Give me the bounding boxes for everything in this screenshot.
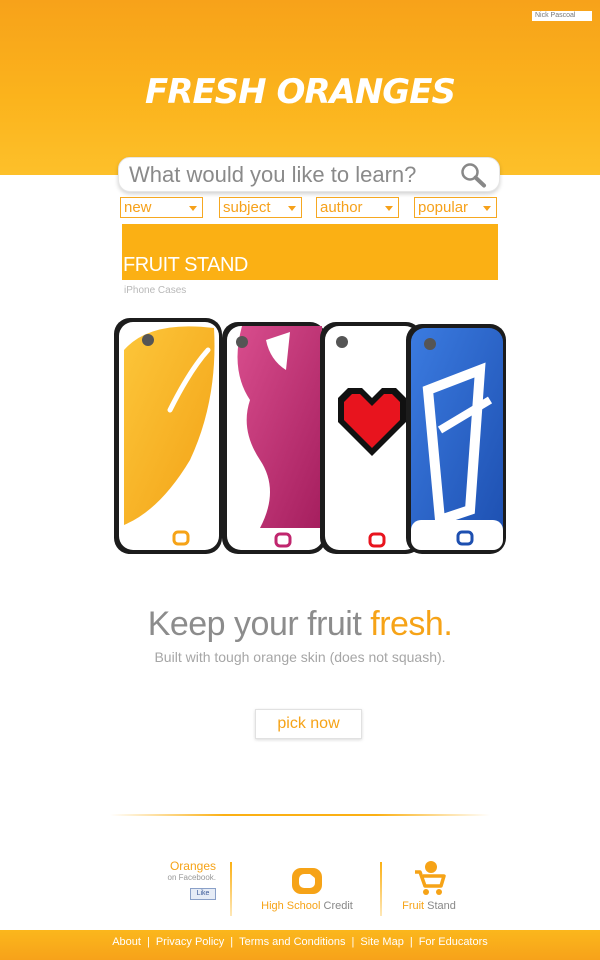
section-banner: FRUIT STAND (122, 224, 498, 280)
promo-headline-accent: fresh. (370, 605, 453, 643)
link-separator: | (146, 936, 150, 948)
filter-bar: new subject author popular (120, 197, 500, 219)
pick-now-button[interactable]: pick now (255, 709, 362, 739)
footer-link-for-educators[interactable]: For Educators (419, 936, 488, 948)
search-bar (118, 157, 500, 192)
facebook-subtitle: on Facebook. (167, 873, 216, 882)
promo-headline: Keep your fruit fresh. (0, 605, 600, 644)
filter-popular[interactable]: popular (414, 197, 497, 218)
phone-case-leaf (114, 318, 222, 554)
user-name-badge[interactable]: Nick Pascoal (532, 11, 592, 21)
high-school-credit-link[interactable]: High School Credit (252, 860, 362, 912)
facebook-like-button[interactable]: Like (190, 888, 216, 900)
search-icon[interactable] (459, 162, 487, 188)
chevron-down-icon (189, 206, 197, 211)
fruit-stand-link[interactable]: Fruit Stand (398, 860, 460, 912)
filter-label: new (124, 199, 152, 216)
filter-subject[interactable]: subject (219, 197, 302, 218)
fruit-stand-label-accent: Fruit (402, 900, 425, 912)
section-subtitle: iPhone Cases (124, 285, 187, 296)
fruit-stand-label-rest: Stand (424, 900, 456, 912)
orange-logo-icon (292, 868, 322, 894)
facebook-widget: Oranges on Facebook. Like (152, 860, 216, 900)
footer-link-about[interactable]: About (112, 936, 141, 948)
promo-subline: Built with tough orange skin (does not s… (154, 649, 446, 665)
link-separator: | (409, 936, 413, 948)
shopping-cart-icon (415, 861, 446, 895)
filter-label: subject (223, 199, 271, 216)
section-title: FRUIT STAND (123, 254, 248, 276)
filter-new[interactable]: new (120, 197, 203, 218)
high-school-label-rest: Credit (320, 900, 353, 912)
promo-headline-plain: Keep your fruit (147, 605, 371, 643)
facebook-title[interactable]: Oranges (152, 860, 216, 873)
chevron-down-icon (483, 206, 491, 211)
high-school-credit-label: High School Credit (252, 900, 362, 912)
fruit-stand-label: Fruit Stand (398, 900, 460, 912)
footer-links-bar: About | Privacy Policy | Terms and Condition… (0, 930, 600, 960)
filter-label: popular (418, 199, 469, 216)
filter-author[interactable]: author (316, 197, 399, 218)
site-logo[interactable]: FRESH ORANGES (0, 70, 600, 114)
link-separator: | (230, 936, 234, 948)
footer-link-terms[interactable]: Terms and Conditions (239, 936, 345, 948)
footer-link-site-map[interactable]: Site Map (360, 936, 403, 948)
link-separator: | (351, 936, 355, 948)
divider (230, 862, 232, 916)
filter-label: author (320, 199, 363, 216)
search-input[interactable] (129, 161, 449, 189)
high-school-label-accent: High School (261, 900, 321, 912)
phone-case-penrose (406, 324, 506, 554)
phone-case-chess (222, 322, 326, 554)
footer-link-privacy-policy[interactable]: Privacy Policy (156, 936, 224, 948)
divider (380, 862, 382, 916)
chevron-down-icon (385, 206, 393, 211)
header: Nick Pascoal FRESH ORANGES (0, 0, 600, 175)
divider (110, 814, 490, 816)
iphone-cases-image[interactable] (110, 310, 510, 570)
chevron-down-icon (288, 206, 296, 211)
